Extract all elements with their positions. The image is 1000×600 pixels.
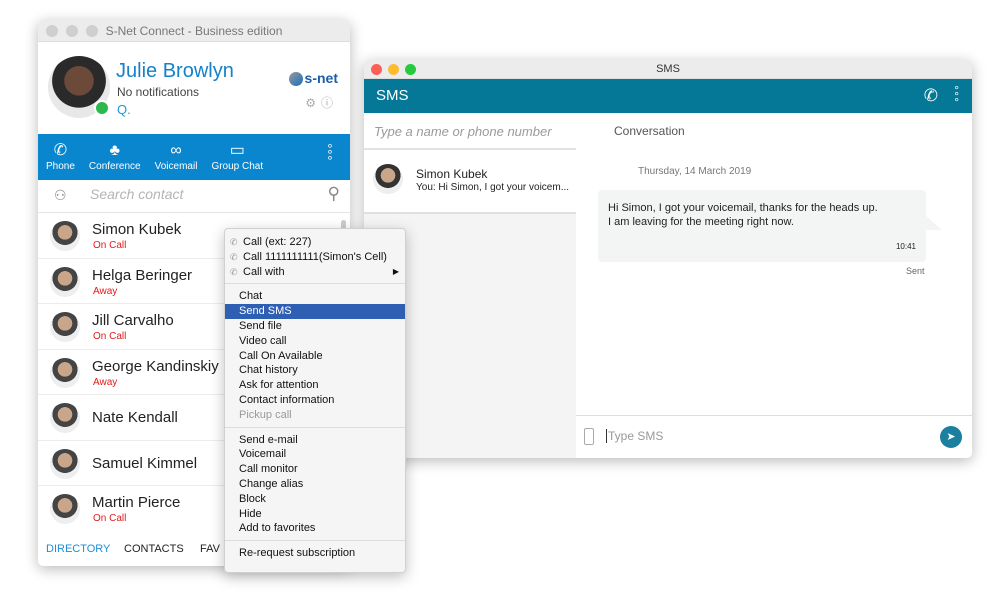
status-badge: On Call [93,331,127,342]
send-icon: ➤ [946,431,956,443]
menu-item-change-alias[interactable]: Change alias [225,477,405,492]
phone-icon[interactable]: ✆ [924,79,938,113]
contact-search: ⚇ ⚲ [38,180,350,213]
title-bar: SMS [364,60,972,79]
status-badge: On Call [93,513,127,524]
more-options-icon[interactable]: ° ° ° [326,142,334,167]
message-bubble: Hi Simon, I got your voicemail, thanks f… [598,190,942,262]
voicemail-button[interactable]: ∞ Voicemail [155,141,198,172]
search-icon[interactable]: ⚲ [328,184,340,204]
avatar [50,403,80,433]
status-badge: Away [93,376,118,388]
group-chat-button[interactable]: ▭ Group Chat [211,141,263,172]
compose-bar: ➤ [576,415,972,458]
window-title: SMS [656,63,680,75]
divider [225,540,405,542]
divider [225,426,405,428]
status-badge: Away [93,285,118,297]
tab-directory[interactable]: DIRECTORY [46,543,110,555]
notifications-text: No notifications [117,85,200,99]
profile-name: Julie Browlyn [116,60,234,82]
search-input[interactable] [90,186,310,202]
avatar [50,448,80,479]
menu-item-voicemail[interactable]: Voicemail [225,447,405,462]
menu-item-hide[interactable]: Hide [225,507,405,522]
message-time: 10:41 [895,242,916,251]
conversation-item[interactable]: Simon Kubek You: Hi Simon, I got your vo… [364,150,576,214]
avatar [50,312,80,342]
toolbar: ✆ Phone ♣ Conference ∞ Voicemail ▭ Group Cha… [38,134,350,180]
menu-item-call-with[interactable]: Call with▶ [225,265,405,280]
message-status: Sent [906,266,925,276]
menu-item-video-call[interactable]: Video call [225,334,405,349]
presence-status-icon[interactable] [94,100,110,116]
divider [225,283,405,285]
date-separator: Thursday, 14 March 2019 [638,166,752,177]
chat-bubble-icon: ▭ [229,142,245,159]
help-icon[interactable]: ⓘ [321,96,338,110]
menu-item-add-favorites[interactable]: Add to favorites [225,521,405,536]
mobile-device-icon [584,428,594,445]
chat-status-icon[interactable]: Q. [117,102,131,117]
conference-icon: ♣ [109,142,121,159]
menu-item-call-ext[interactable]: Call (ext: 227) [225,235,405,250]
phone-icon: ✆ [53,142,68,159]
conference-button[interactable]: ♣ Conference [89,141,141,172]
gear-icon[interactable]: ⚙ [305,96,321,110]
org-chart-icon[interactable]: ⚇ [54,187,67,204]
window-controls[interactable] [46,25,98,37]
tab-contacts[interactable]: CONTACTS [124,543,184,555]
send-button[interactable]: ➤ [940,426,962,448]
header-title: SMS [376,87,409,104]
menu-item-call-cell[interactable]: Call 1111111111(Simon's Cell) [225,250,405,265]
window-controls[interactable] [371,64,416,75]
menu-item-contact-info[interactable]: Contact information [225,393,405,408]
tab-favorites[interactable]: FAV [200,543,220,555]
sms-header: SMS ✆ ° ° ° [364,79,972,113]
menu-item-rerequest-subscription[interactable]: Re-request subscription [225,546,405,561]
menu-item-block[interactable]: Block [225,492,405,507]
sms-window: SMS SMS ✆ °°° Simon Kubek You: Hi Simon,… [364,60,972,458]
contact-context-menu: Call (ext: 227) Call 1111111111(Simon's … [224,228,406,573]
profile-header: Julie Browlyn No notifications Q. s-net … [38,42,350,134]
menu-item-send-sms[interactable]: Send SMS [225,304,405,319]
menu-item-chat-history[interactable]: Chat history [225,363,405,378]
sms-input[interactable] [606,429,906,443]
avatar [50,221,80,251]
avatar [373,164,403,194]
recipient-search-input[interactable] [374,124,564,139]
menu-item-call-monitor[interactable]: Call monitor [225,462,405,477]
conversation-pane: Conversation Thursday, 14 March 2019 Hi … [576,113,972,458]
menu-item-send-file[interactable]: Send file [225,319,405,334]
status-badge: On Call [93,240,127,251]
title-bar: S-Net Connect - Business edition [38,20,350,42]
menu-item-ask-attention[interactable]: Ask for attention [225,378,405,393]
menu-item-call-on-available[interactable]: Call On Available [225,349,405,364]
menu-item-pickup-call: Pickup call [239,408,292,421]
snet-logo: s-net [288,70,338,87]
conversation-heading: Conversation [614,124,685,138]
window-title: S-Net Connect - Business edition [105,24,283,38]
menu-item-chat[interactable]: Chat [225,289,405,304]
voicemail-icon: ∞ [170,142,182,159]
phone-button[interactable]: ✆ Phone [46,141,75,172]
avatar [50,357,80,388]
more-options-icon[interactable]: ° ° ° [954,84,959,108]
avatar [50,266,80,297]
menu-item-send-email[interactable]: Send e-mail [225,433,405,448]
submenu-arrow-icon: ▶ [392,266,399,276]
avatar [50,494,80,524]
